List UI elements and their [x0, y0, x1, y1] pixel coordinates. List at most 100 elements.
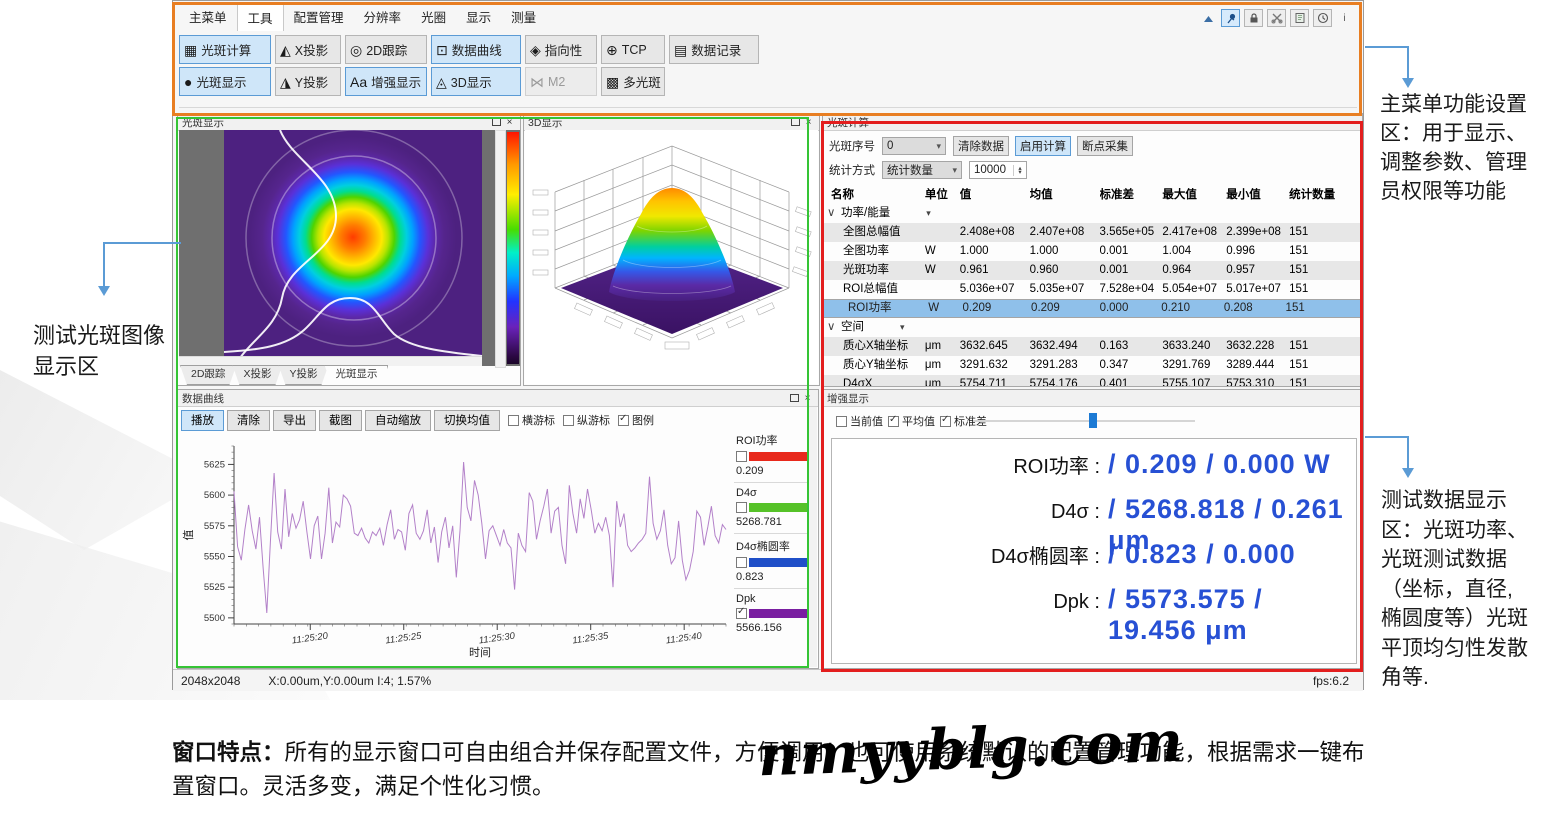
checkbox-icon[interactable] [563, 415, 574, 426]
panel-titlebar: 3D显示 × [524, 114, 819, 131]
menu-item-6[interactable]: 测量 [501, 4, 546, 31]
menu-item-1[interactable]: 工具 [237, 4, 284, 31]
trend-chart[interactable]: 55005525555055755600562511:25:2011:25:25… [180, 434, 732, 660]
table-row[interactable]: ROI总幅值5.036e+075.035e+077.528e+045.054e+… [823, 280, 1362, 299]
toolbar-button-data-curve[interactable]: ⊡ 数据曲线 [431, 35, 521, 64]
tab-X投影[interactable]: X投影 [232, 365, 282, 385]
tab-2D跟踪[interactable]: 2D跟踪 [180, 365, 236, 385]
checkbox-icon[interactable] [836, 416, 847, 427]
table-row[interactable]: 全图总幅值2.408e+082.407e+083.565e+052.417e+0… [823, 223, 1362, 242]
curve-toolbar: 播放清除导出截图自动缩放切换均值 横游标 纵游标 图例 [181, 409, 654, 431]
enhanced-checkbox-1[interactable]: 平均值 [888, 413, 935, 429]
toolbar-button-m2[interactable]: ⋈ M2 [525, 67, 597, 96]
lock-icon[interactable] [1244, 9, 1263, 27]
chart-legend: ROI功率 0.209 D4σ 5268.781 D4σ椭圆率 0.823 Dp… [734, 430, 814, 634]
menu-item-5[interactable]: 显示 [456, 4, 501, 31]
curve-button-2[interactable]: 导出 [273, 410, 316, 431]
collapse-arrow-icon[interactable]: ∨ [823, 318, 841, 337]
beam-seq-select[interactable]: 0▾ [882, 137, 946, 155]
tab-光斑显示[interactable]: 光斑显示 [324, 365, 388, 385]
checkbox-icon[interactable] [508, 415, 519, 426]
curve-button-1[interactable]: 清除 [227, 410, 270, 431]
table-row[interactable]: D4σXμm5754.7115754.1760.4015755.1075753.… [823, 375, 1362, 386]
pointing-icon: ◈ [530, 43, 541, 57]
stat-count-spinner[interactable]: 10000 ▴▾ [969, 161, 1027, 179]
toolbar-button-tcp[interactable]: ⊕ TCP [601, 35, 665, 64]
toolbar-button-pointing[interactable]: ◈ 指向性 [525, 35, 597, 64]
float-window-icon[interactable] [789, 116, 802, 128]
legend-scrollbar[interactable] [808, 407, 817, 667]
toolbar-button-y-projection[interactable]: ◮ Y投影 [275, 67, 341, 96]
close-icon[interactable]: × [802, 116, 815, 128]
surface-plot[interactable] [525, 130, 818, 384]
calc-button-0[interactable]: 清除数据 [953, 136, 1009, 156]
restore-window-icon[interactable] [788, 392, 801, 404]
pin-icon[interactable] [1221, 9, 1240, 27]
panel-title: 光斑计算 [827, 115, 869, 130]
table-row[interactable]: ROI功率W0.2090.2090.0000.2100.208151 [823, 299, 1362, 318]
collapse-arrow-icon[interactable]: ∨ [823, 204, 841, 223]
2d-tracking-icon: ◎ [350, 43, 362, 57]
close-icon[interactable]: × [503, 116, 516, 128]
table-group-row[interactable]: ∨ 空间 ▾ [823, 318, 1362, 337]
status-bar: 2048x2048 X:0.00um,Y:0.00um I:4; 1.57% f… [173, 669, 1363, 691]
menu-item-0[interactable]: 主菜单 [179, 4, 237, 31]
readout-line: ROI功率 : / 0.209 / 0.000 W [832, 449, 1356, 494]
toolbar-button-multi-beam[interactable]: ▩ 多光斑 [601, 67, 665, 96]
annotation-arrow [103, 242, 181, 244]
curve-button-3[interactable]: 截图 [319, 410, 362, 431]
close-icon[interactable]: × [801, 392, 814, 404]
curve-checkbox-0[interactable]: 横游标 [508, 412, 555, 428]
calc-button-2[interactable]: 断点采集 [1077, 136, 1133, 156]
checkbox-icon[interactable] [888, 416, 899, 427]
table-group-row[interactable]: ∨ 功率/能量 ▾ [823, 204, 1362, 223]
calc-button-1[interactable]: 启用计算 [1015, 136, 1071, 156]
slider-handle[interactable] [1089, 413, 1097, 428]
toolbar-button-3d-display[interactable]: ◬ 3D显示 [431, 67, 521, 96]
enhanced-display-panel: 增强显示 当前值 平均值 标准差 ROI功率 : / 0.209 / 0.000… [822, 389, 1363, 669]
info-icon[interactable]: i [1336, 10, 1353, 26]
legend-checkbox[interactable] [736, 608, 747, 619]
beam-image-area [179, 130, 520, 366]
toolbar-button-beam-display[interactable]: ● 光斑显示 [179, 67, 271, 96]
history-icon[interactable] [1313, 9, 1332, 27]
tab-Y投影[interactable]: Y投影 [278, 365, 328, 385]
enhanced-checkbox-0[interactable]: 当前值 [836, 413, 883, 429]
stat-mode-select[interactable]: 统计数量▾ [882, 161, 962, 179]
toolbar-button-x-projection[interactable]: ◭ X投影 [275, 35, 341, 64]
window-buttons: i [1200, 9, 1353, 27]
menu-item-2[interactable]: 配置管理 [284, 4, 354, 31]
toolbar-button-data-record[interactable]: ▤ 数据记录 [669, 35, 759, 64]
legend-checkbox[interactable] [736, 451, 747, 462]
chevron-down-icon[interactable]: ▾ [900, 318, 905, 337]
x-projection-icon: ◭ [280, 43, 291, 57]
legend-checkbox[interactable] [736, 557, 747, 568]
curve-checkbox-1[interactable]: 纵游标 [563, 412, 610, 428]
toolbar-button-enhanced-display[interactable]: Aa 增强显示 [345, 67, 427, 96]
save-icon[interactable] [1290, 9, 1309, 27]
status-resolution: 2048x2048 [181, 674, 240, 688]
curve-button-5[interactable]: 切换均值 [434, 410, 500, 431]
menu-bar: 主菜单工具配置管理分辨率光圈显示测量 [179, 7, 1193, 31]
curve-button-4[interactable]: 自动缩放 [365, 410, 431, 431]
menu-item-3[interactable]: 分辨率 [354, 4, 412, 31]
toolbar-button-beam-calc[interactable]: ▦ 光斑计算 [179, 35, 271, 64]
checkbox-icon[interactable] [618, 415, 629, 426]
cut-icon[interactable] [1267, 9, 1286, 27]
table-row[interactable]: 全图功率W1.0001.0000.0011.0040.996151 [823, 242, 1362, 261]
curve-button-0[interactable]: 播放 [181, 410, 224, 431]
table-row[interactable]: 光斑功率W0.9610.9600.0010.9640.957151 [823, 261, 1362, 280]
legend-checkbox[interactable] [736, 502, 747, 513]
beam-profile-overlay [179, 130, 520, 366]
checkbox-icon[interactable] [940, 416, 951, 427]
font-size-slider[interactable] [973, 420, 1195, 422]
collapse-icon[interactable] [1200, 10, 1217, 26]
toolbar-button-2d-tracking[interactable]: ◎ 2D跟踪 [345, 35, 427, 64]
curve-checkbox-2[interactable]: 图例 [618, 412, 654, 428]
menu-item-4[interactable]: 光圈 [411, 4, 456, 31]
vertical-scrollbar[interactable] [495, 130, 506, 368]
float-window-icon[interactable] [490, 116, 503, 128]
table-row[interactable]: 质心Y轴坐标μm3291.6323291.2830.3473291.769328… [823, 356, 1362, 375]
chevron-down-icon[interactable]: ▾ [926, 204, 931, 223]
table-row[interactable]: 质心X轴坐标μm3632.6453632.4940.1633633.240363… [823, 337, 1362, 356]
